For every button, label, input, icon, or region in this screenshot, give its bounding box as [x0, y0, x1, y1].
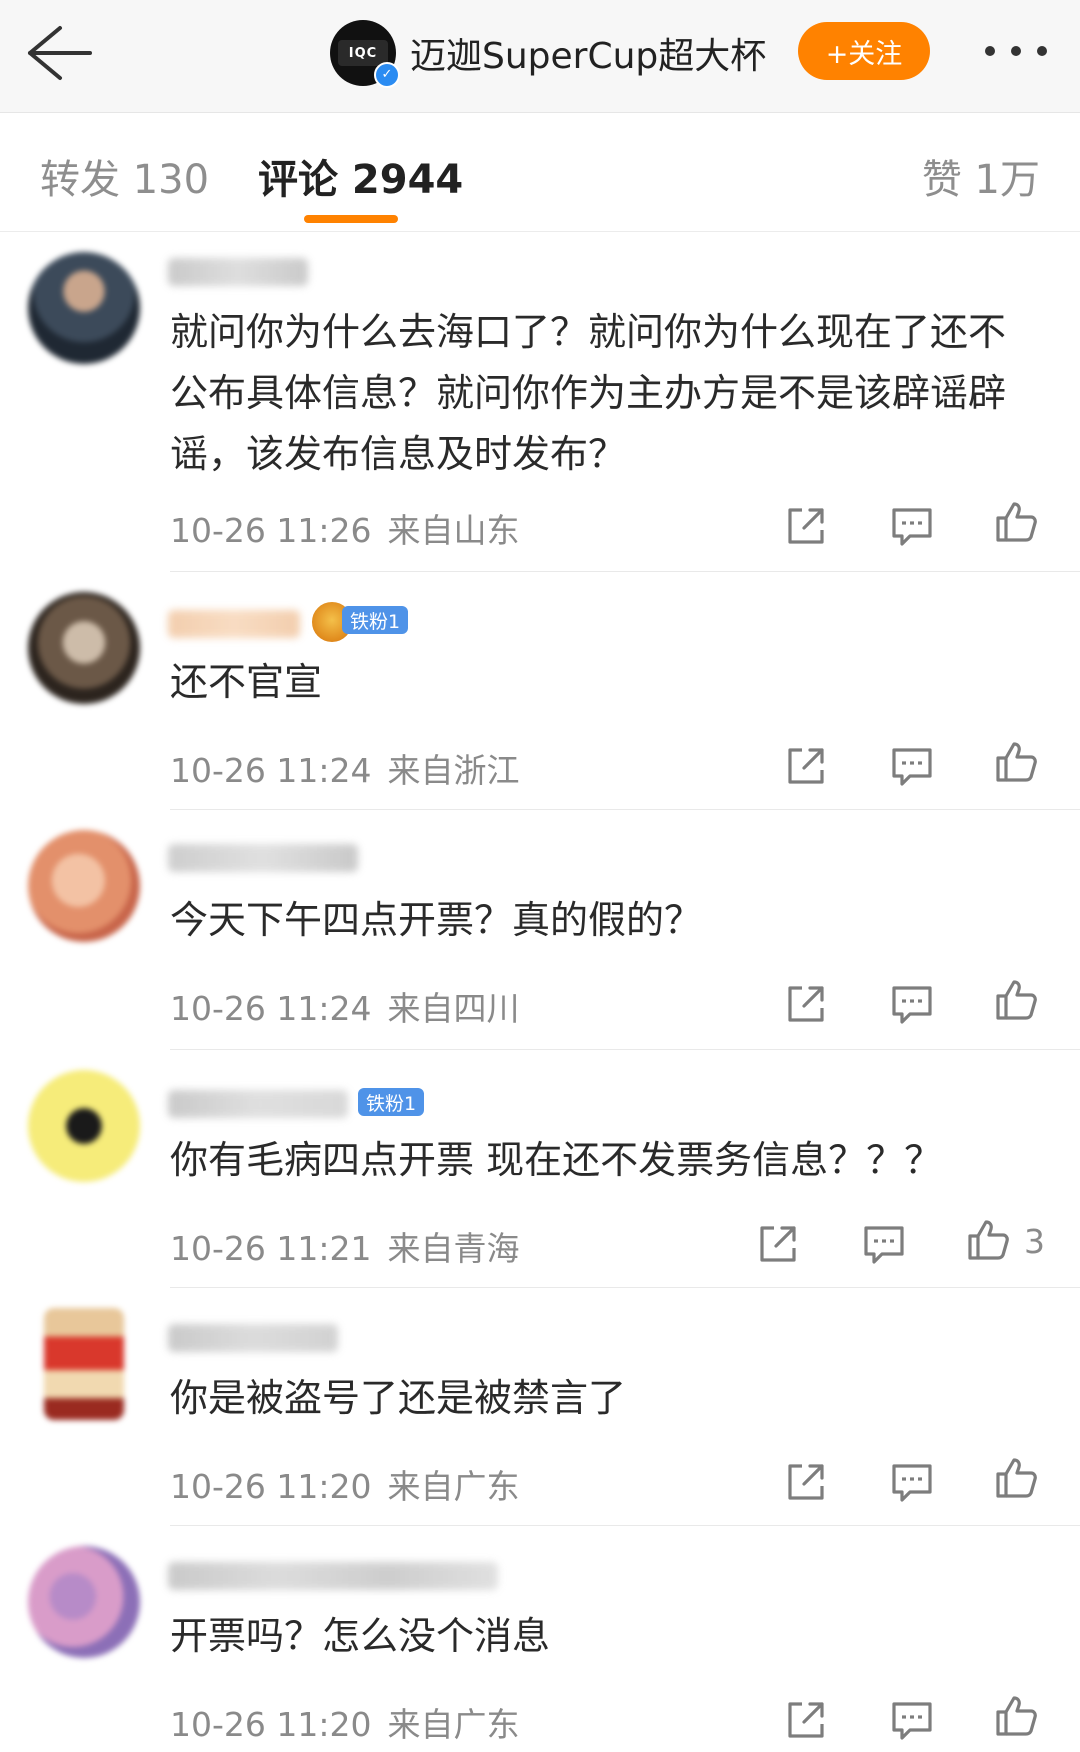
- comment-text: 你有毛病四点开票 现在还不发票务信息？？？: [170, 1138, 943, 1182]
- comment-location: 来自四川: [387, 989, 520, 1028]
- like-count: 3: [1024, 1222, 1045, 1261]
- username-blurred[interactable]: [168, 1324, 338, 1352]
- comment-meta: 10-26 11:21 来自青海: [170, 1222, 519, 1270]
- comment-time: 10-26 11:26: [170, 511, 372, 550]
- comment-text: 还不官宣: [170, 660, 323, 704]
- fan-badge[interactable]: 铁粉1: [358, 1088, 425, 1116]
- username-blurred[interactable]: [168, 844, 358, 872]
- comment-item: 今天下午四点开票？真的假的？ 10-26 11:24 来自四川: [0, 810, 1080, 1050]
- avatar[interactable]: [44, 1308, 124, 1420]
- avatar[interactable]: [28, 592, 140, 704]
- like-icon[interactable]: [964, 1216, 1012, 1264]
- like-icon[interactable]: [992, 976, 1040, 1024]
- comment-text: 开票吗？怎么没个消息: [170, 1614, 551, 1658]
- tab-likes[interactable]: 赞 1万: [922, 147, 1040, 205]
- avatar[interactable]: [28, 1070, 140, 1182]
- comment-location: 来自广东: [387, 1467, 520, 1506]
- account-name[interactable]: 迈迦SuperCup超大杯: [410, 27, 766, 79]
- comment-item: 铁粉1 你有毛病四点开票 现在还不发票务信息？？？ 10-26 11:21 来自青…: [0, 1050, 1080, 1288]
- avatar[interactable]: [28, 830, 140, 942]
- more-icon[interactable]: [980, 36, 1052, 66]
- comment-location: 来自山东: [387, 511, 520, 550]
- comment-location: 来自浙江: [387, 751, 520, 790]
- username-blurred[interactable]: [168, 258, 308, 286]
- comment-icon[interactable]: [888, 742, 936, 790]
- tab-comments[interactable]: 评论 2944: [258, 147, 463, 205]
- account-avatar[interactable]: IQC ✓: [330, 20, 400, 88]
- share-icon[interactable]: [782, 502, 830, 550]
- comment-time: 10-26 11:20: [170, 1467, 372, 1506]
- comment-meta: 10-26 11:20 来自广东: [170, 1698, 519, 1746]
- comment-icon[interactable]: [860, 1220, 908, 1268]
- like-icon[interactable]: [992, 1454, 1040, 1502]
- tab-bar: 转发 130 评论 2944 赞 1万: [0, 113, 1080, 232]
- username-blurred[interactable]: [168, 1562, 498, 1590]
- comment-text: 你是被盗号了还是被禁言了: [170, 1376, 627, 1420]
- comment-icon[interactable]: [888, 980, 936, 1028]
- account-logo: IQC: [338, 40, 388, 66]
- active-tab-indicator: [304, 215, 398, 223]
- comment-item: 开票吗？怎么没个消息 10-26 11:20 来自广东: [0, 1526, 1080, 1752]
- username-blurred[interactable]: [168, 610, 300, 638]
- comment-meta: 10-26 11:24 来自四川: [170, 982, 519, 1030]
- avatar[interactable]: [28, 252, 140, 364]
- comment-item: 铁粉1 还不官宣 10-26 11:24 来自浙江: [0, 572, 1080, 810]
- comment-time: 10-26 11:20: [170, 1705, 372, 1744]
- comment-time: 10-26 11:24: [170, 989, 372, 1028]
- comment-meta: 10-26 11:20 来自广东: [170, 1460, 519, 1508]
- comment-item: 你是被盗号了还是被禁言了 10-26 11:20 来自广东: [0, 1288, 1080, 1526]
- comment-meta: 10-26 11:24 来自浙江: [170, 744, 519, 792]
- like-icon[interactable]: [992, 1692, 1040, 1740]
- comment-location: 来自青海: [387, 1229, 520, 1268]
- fan-badge[interactable]: 铁粉1: [342, 606, 409, 634]
- comment-text: 今天下午四点开票？真的假的？: [170, 898, 703, 942]
- comment-item: 就问你为什么去海口了？就问你为什么现在了还不公布具体信息？就问你作为主办方是不是…: [0, 232, 1080, 572]
- comment-icon[interactable]: [888, 1696, 936, 1744]
- username-blurred[interactable]: [168, 1090, 348, 1118]
- top-navigation-bar: IQC ✓ 迈迦SuperCup超大杯 +关注: [0, 0, 1080, 113]
- like-icon[interactable]: [992, 498, 1040, 546]
- comment-meta: 10-26 11:26 来自山东: [170, 504, 519, 552]
- comment-time: 10-26 11:21: [170, 1229, 372, 1268]
- tab-repost[interactable]: 转发 130: [40, 147, 209, 205]
- like-icon[interactable]: [992, 738, 1040, 786]
- back-arrow-icon[interactable]: [24, 22, 96, 84]
- share-icon[interactable]: [782, 1458, 830, 1506]
- comment-location: 来自广东: [387, 1705, 520, 1744]
- share-icon[interactable]: [782, 980, 830, 1028]
- avatar[interactable]: [28, 1546, 140, 1658]
- comment-text: 就问你为什么去海口了？就问你为什么现在了还不公布具体信息？就问你作为主办方是不是…: [170, 310, 1007, 476]
- share-icon[interactable]: [754, 1220, 802, 1268]
- follow-button[interactable]: +关注: [798, 22, 930, 80]
- share-icon[interactable]: [782, 1696, 830, 1744]
- account-header[interactable]: IQC ✓ 迈迦SuperCup超大杯: [330, 18, 766, 88]
- comment-icon[interactable]: [888, 502, 936, 550]
- share-icon[interactable]: [782, 742, 830, 790]
- verified-icon: ✓: [374, 62, 400, 88]
- comment-icon[interactable]: [888, 1458, 936, 1506]
- comment-time: 10-26 11:24: [170, 751, 372, 790]
